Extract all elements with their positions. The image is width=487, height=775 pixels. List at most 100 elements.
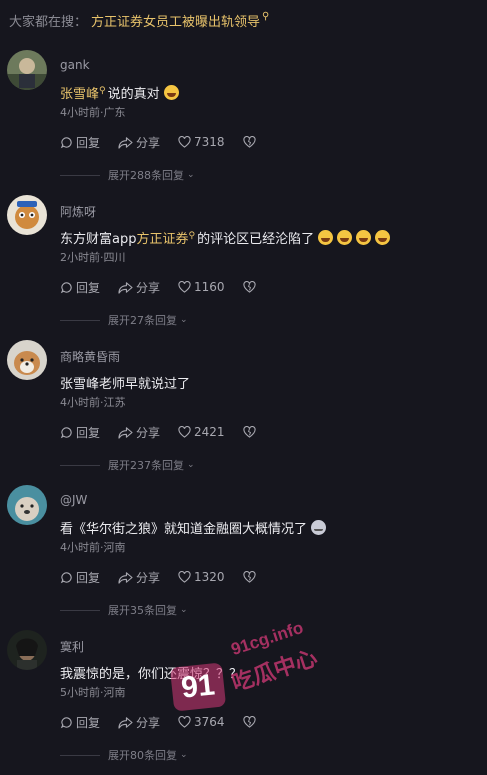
comment-meta: 4小时前·江苏 — [60, 396, 126, 409]
comment-actions: 回复 分享 2421 — [60, 424, 259, 440]
reply-icon — [60, 571, 72, 583]
search-prefix: 大家都在搜： — [9, 14, 88, 30]
share-button[interactable]: 分享 — [118, 134, 160, 151]
share-label: 分享 — [136, 715, 161, 730]
share-icon — [118, 716, 133, 729]
share-button[interactable]: 分享 — [118, 279, 160, 296]
mention-link[interactable]: 张雪峰 — [60, 87, 99, 102]
like-button[interactable]: 2421 — [178, 425, 225, 439]
reply-label: 回复 — [76, 715, 101, 730]
avatar[interactable] — [7, 485, 47, 525]
comment-item: 商略黄昏雨 张雪峰老师早就说过了 4小时前·江苏 回复 分享 2421 展开23… — [0, 340, 487, 485]
like-count: 3764 — [194, 715, 225, 729]
avatar[interactable] — [7, 340, 47, 380]
expand-replies-button[interactable]: 展开288条回复 ⌄ — [60, 167, 195, 183]
reply-button[interactable]: 回复 — [60, 569, 100, 586]
comment-text-pre: 东方财富app — [60, 232, 137, 247]
reply-button[interactable]: 回复 — [60, 424, 100, 441]
comment-text: 张雪峰老师早就说过了 — [60, 373, 190, 392]
chevron-down-icon: ⌄ — [187, 170, 195, 180]
share-label: 分享 — [136, 570, 161, 585]
reply-button[interactable]: 回复 — [60, 134, 100, 151]
expand-replies-button[interactable]: 展开27条回复 ⌄ — [60, 312, 188, 328]
username[interactable]: 寞利 — [60, 638, 84, 655]
dislike-button[interactable] — [242, 426, 259, 438]
share-button[interactable]: 分享 — [118, 714, 160, 731]
dislike-button[interactable] — [242, 281, 259, 293]
avatar[interactable] — [7, 630, 47, 670]
dislike-button[interactable] — [242, 571, 259, 583]
like-button[interactable]: 7318 — [178, 135, 225, 149]
reply-label: 回复 — [76, 570, 101, 585]
username[interactable]: 商略黄昏雨 — [60, 348, 120, 365]
comment-text-pre: 看《华尔街之狼》就知道金融圈大概情况了 — [60, 522, 308, 537]
reply-label: 回复 — [76, 425, 101, 440]
heart-icon — [178, 571, 191, 583]
search-icon: ⚲ — [99, 86, 106, 96]
dislike-button[interactable] — [242, 716, 259, 728]
like-count: 7318 — [194, 135, 225, 149]
broken-heart-icon — [242, 716, 256, 728]
expand-replies-button[interactable]: 展开237条回复 ⌄ — [60, 457, 195, 473]
reply-icon — [60, 281, 72, 293]
like-count: 1320 — [194, 570, 225, 584]
comment-actions: 回复 分享 1320 — [60, 569, 259, 585]
rolling-laugh-emoji — [318, 230, 334, 245]
share-button[interactable]: 分享 — [118, 569, 160, 586]
chevron-down-icon: ⌄ — [180, 750, 188, 760]
expand-label: 展开288条回复 — [108, 169, 184, 182]
reply-label: 回复 — [76, 135, 101, 150]
comment-actions: 回复 分享 3764 — [60, 714, 259, 730]
chevron-down-icon: ⌄ — [180, 315, 188, 325]
divider-line — [60, 754, 100, 756]
username[interactable]: @JW — [60, 493, 87, 507]
expand-replies-button[interactable]: 展开35条回复 ⌄ — [60, 602, 188, 618]
search-icon: ⚲ — [188, 231, 196, 241]
reply-button[interactable]: 回复 — [60, 279, 100, 296]
chevron-down-icon: ⌄ — [180, 605, 188, 615]
comment-meta: 4小时前·河南 — [60, 541, 126, 554]
like-count: 2421 — [194, 425, 225, 439]
mention-link[interactable]: 方正证券 — [136, 232, 188, 247]
heart-icon — [178, 426, 191, 438]
comment-text: 看《华尔街之狼》就知道金融圈大概情况了 — [60, 518, 327, 537]
expand-replies-button[interactable]: 展开80条回复 ⌄ — [60, 747, 188, 763]
expand-label: 展开237条回复 — [108, 459, 184, 472]
comment-text-post: 说的真对 — [107, 87, 160, 102]
like-button[interactable]: 3764 — [178, 715, 225, 729]
like-button[interactable]: 1160 — [178, 280, 225, 294]
reply-button[interactable]: 回复 — [60, 714, 100, 731]
search-icon: ⚲ — [262, 10, 270, 22]
username[interactable]: 阿炼呀 — [60, 203, 96, 220]
rolling-laugh-emoji — [337, 230, 353, 245]
like-count: 1160 — [194, 280, 225, 294]
search-suggestion-bar[interactable]: 大家都在搜： 方正证券女员工被曝出轨领导 ⚲ — [0, 0, 487, 40]
comment-item: 寞利 我震惊的是，你们还震惊？？？ 5小时前·河南 回复 分享 3764 展开8… — [0, 630, 487, 775]
heart-icon — [178, 281, 191, 293]
comment-actions: 回复 分享 7318 — [60, 134, 259, 150]
share-icon — [118, 281, 133, 294]
heart-icon — [178, 716, 191, 728]
comment-text: 东方财富app方正证券⚲ 的评论区已经沦陷了 — [60, 228, 391, 247]
expand-label: 展开80条回复 — [108, 749, 177, 762]
comment-item: 阿炼呀 东方财富app方正证券⚲ 的评论区已经沦陷了 2小时前·四川 回复 分享 … — [0, 195, 487, 340]
chevron-down-icon: ⌄ — [187, 460, 195, 470]
dislike-button[interactable] — [242, 136, 259, 148]
share-label: 分享 — [136, 425, 161, 440]
reply-icon — [60, 136, 72, 148]
heart-icon — [178, 136, 191, 148]
comment-text-pre: 我震惊的是，你们还震惊？？？ — [60, 667, 243, 682]
avatar[interactable] — [7, 50, 47, 90]
username[interactable]: gank — [60, 58, 90, 72]
search-query-link[interactable]: 方正证券女员工被曝出轨领导 — [91, 11, 260, 30]
comment-text: 张雪峰⚲ 说的真对 — [60, 83, 179, 102]
like-button[interactable]: 1320 — [178, 570, 225, 584]
comment-item: @JW 看《华尔街之狼》就知道金融圈大概情况了 4小时前·河南 回复 分享 13… — [0, 485, 487, 630]
broken-heart-icon — [242, 136, 256, 148]
comment-meta: 4小时前·广东 — [60, 106, 126, 119]
grinning-sweat-emoji — [163, 85, 179, 100]
rolling-laugh-emoji — [356, 230, 372, 245]
avatar[interactable] — [7, 195, 47, 235]
divider-line — [60, 174, 100, 176]
share-button[interactable]: 分享 — [118, 424, 160, 441]
